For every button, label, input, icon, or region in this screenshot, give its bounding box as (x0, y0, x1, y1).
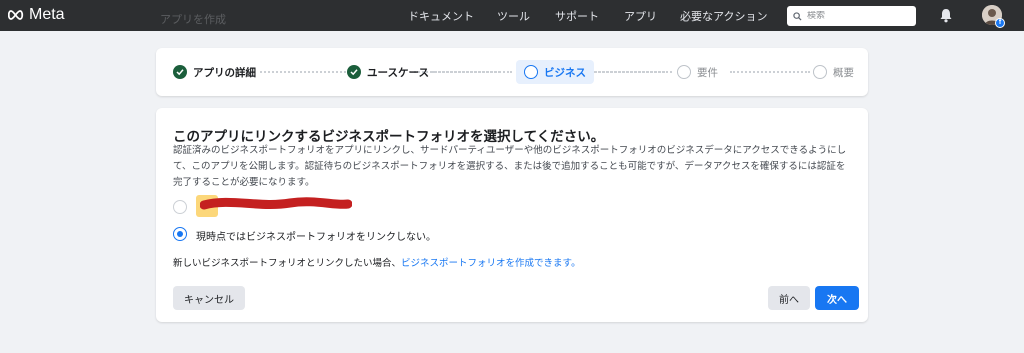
step-label: アプリの詳細 (193, 66, 256, 79)
step-label: ビジネス (544, 66, 586, 79)
nav-item-required-actions[interactable]: 必要なアクション (680, 8, 767, 24)
step-business[interactable]: ビジネス (516, 60, 594, 84)
empty-circle-icon (813, 65, 827, 79)
nav-item-support[interactable]: サポート (555, 8, 599, 24)
search-icon (793, 11, 802, 21)
back-button[interactable]: 前へ (768, 286, 810, 310)
card-description: 認証済みのビジネスポートフォリオをアプリにリンクし、サードパーティユーザーや他の… (173, 145, 847, 188)
step-overview[interactable]: 概要 (813, 60, 854, 84)
no-link-radio-option[interactable] (173, 227, 187, 241)
search-input[interactable] (807, 11, 907, 21)
search-box[interactable] (787, 6, 916, 26)
next-button[interactable]: 次へ (815, 286, 859, 310)
check-circle-icon (347, 65, 361, 79)
step-connector (432, 71, 512, 73)
notification-bell-icon[interactable] (939, 8, 953, 27)
footnote-text: 新しいビジネスポートフォリオとリンクしたい場合、 (173, 258, 402, 269)
top-nav-bar: Meta アプリを作成 ドキュメント ツール サポート アプリ 必要なアクション… (0, 0, 1024, 31)
step-app-details[interactable]: アプリの詳細 (173, 60, 256, 84)
portfolio-radio-option[interactable] (173, 200, 187, 214)
business-portfolio-card: このアプリにリンクするビジネスポートフォリオを選択してください。 認証済みのビジ… (156, 108, 868, 322)
create-portfolio-note: 新しいビジネスポートフォリオとリンクしたい場合、ビジネスポートフォリオを作成でき… (173, 255, 581, 269)
nav-item-apps[interactable]: アプリ (624, 8, 657, 24)
create-portfolio-link[interactable]: ビジネスポートフォリオを作成できます。 (401, 258, 581, 269)
step-requirements[interactable]: 要件 (677, 60, 718, 84)
user-avatar[interactable]: f (982, 5, 1005, 28)
progress-stepper: アプリの詳細 ユースケース ビジネス 要件 概要 (156, 48, 868, 96)
empty-circle-icon (524, 65, 538, 79)
step-connector (594, 71, 672, 73)
step-label: ユースケース (367, 66, 429, 79)
redacted-portfolio-name (200, 197, 352, 210)
step-label: 要件 (697, 66, 718, 79)
nav-item-tools[interactable]: ツール (497, 8, 530, 24)
step-label: 概要 (833, 66, 854, 79)
step-use-cases[interactable]: ユースケース (347, 60, 429, 84)
card-title: このアプリにリンクするビジネスポートフォリオを選択してください。 (173, 129, 605, 145)
check-circle-icon (173, 65, 187, 79)
empty-circle-icon (677, 65, 691, 79)
step-connector (730, 71, 810, 73)
step-connector (260, 71, 346, 73)
nav-item-docs[interactable]: ドキュメント (408, 8, 474, 24)
no-link-option-label: 現時点ではビジネスポートフォリオをリンクしない。 (196, 232, 436, 243)
facebook-badge-icon: f (995, 18, 1005, 28)
cancel-button[interactable]: キャンセル (173, 286, 245, 310)
